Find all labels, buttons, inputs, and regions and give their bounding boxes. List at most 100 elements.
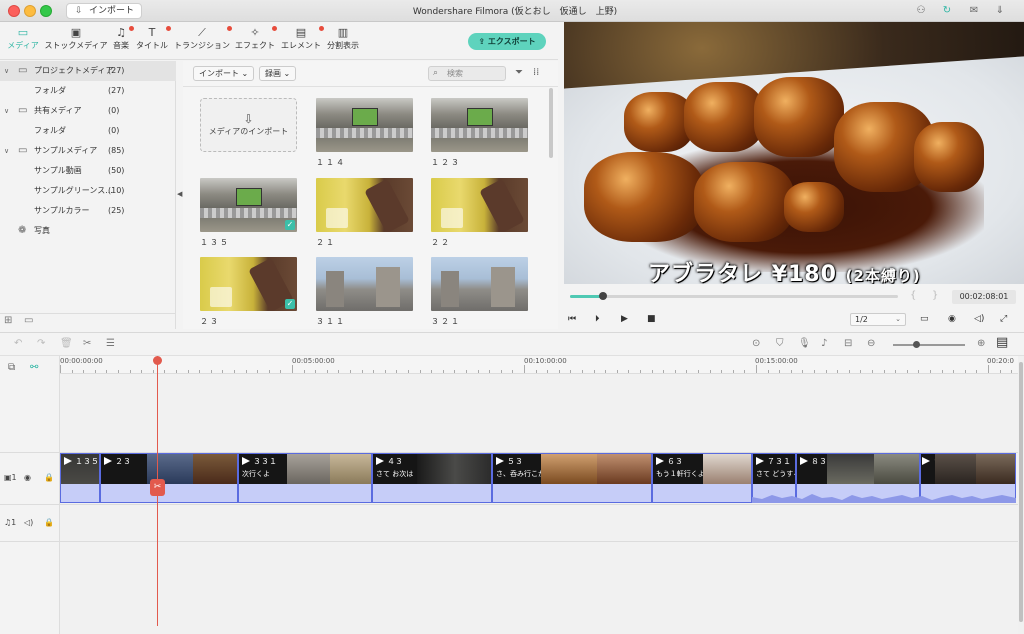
media-thumbnail[interactable] (316, 257, 413, 311)
chevron-down-icon[interactable]: ∨ (4, 141, 9, 161)
sync-icon[interactable]: ↻ (940, 4, 954, 18)
zoom-in-icon[interactable]: ⊕ (977, 338, 985, 349)
search-input[interactable]: ⌕ 検索 (428, 66, 506, 81)
timeline-clip[interactable]: ５３ さ、呑み行こか～ (492, 453, 652, 503)
media-thumbnail[interactable]: ✓ (200, 257, 297, 311)
add-track-icon[interactable]: ⧉ (8, 362, 15, 373)
fullscreen-window-button[interactable] (40, 5, 52, 17)
stop-icon[interactable]: ■ (647, 314, 656, 324)
filter-icon[interactable]: ⏷ (515, 67, 523, 78)
download-icon[interactable]: ⇓ (993, 4, 1007, 18)
timeline-clip[interactable]: ４３ さて お次は (372, 453, 492, 503)
import-media-box[interactable]: ⇩ メディアのインポート (200, 98, 297, 152)
media-panel: インポート ⌄ 録画 ⌄ ⌕ 検索 ⏷ ⁞⁞ ⇩ メディアのインポート １１４ １… (183, 61, 558, 329)
timeline-clip[interactable]: １３５ (60, 453, 100, 503)
media-thumbnail[interactable] (431, 178, 528, 232)
media-scrollbar[interactable] (549, 88, 553, 158)
cut-icon[interactable]: ✂ (83, 338, 91, 349)
scissors-icon[interactable]: ✂ (150, 479, 165, 496)
sidebar-item-sample-video[interactable]: サンプル動画 (50) (0, 161, 176, 181)
undo-icon[interactable]: ↶ (14, 338, 22, 349)
tab-split-screen[interactable]: ▥ 分割表示 (326, 26, 360, 56)
sidebar-item-sample-color[interactable]: サンプルカラー (25) (0, 201, 176, 221)
tab-media[interactable]: ▭ メディア (6, 26, 40, 56)
tab-stock-media[interactable]: ▣ ストックメディア (44, 26, 108, 56)
lock-icon[interactable]: 🔒 (44, 518, 54, 527)
previous-frame-icon[interactable]: ⏮ (568, 314, 576, 324)
import-dropdown[interactable]: インポート ⌄ (193, 66, 255, 81)
sidebar-item-photos[interactable]: ❁ 写真 (0, 221, 176, 241)
tab-music[interactable]: ♫ 音楽 (110, 26, 134, 56)
sidebar-item-label: サンプルメディア (34, 146, 98, 155)
ruler-tick (338, 370, 340, 373)
display-icon[interactable]: ▭ (920, 314, 929, 324)
import-tab[interactable]: ⇩ インポート (66, 3, 142, 19)
volume-icon[interactable]: ◁) (24, 518, 33, 527)
fullscreen-icon[interactable]: ⤢ (1000, 314, 1007, 324)
chevron-down-icon[interactable]: ∨ (4, 101, 9, 121)
marker-icon[interactable]: ⛉ (776, 338, 784, 349)
media-thumbnail[interactable] (316, 98, 413, 152)
render-icon[interactable]: ⊙ (752, 338, 760, 349)
media-thumbnail[interactable] (316, 178, 413, 232)
sidebar-item-shared-folder[interactable]: フォルダ (0) (0, 121, 176, 141)
ruler-label: 00:15:00:00 (755, 357, 798, 365)
timeline-ruler[interactable]: 00:00:00:00 00:05:00:00 00:10:00:00 00:1… (60, 356, 1018, 374)
account-icon[interactable]: ⚇ (914, 4, 928, 18)
close-window-button[interactable] (8, 5, 20, 17)
mark-out-icon[interactable]: } (932, 290, 938, 301)
timeline-clip[interactable]: ３３１ 次行くよ (238, 453, 372, 503)
media-thumbnail[interactable] (431, 257, 528, 311)
new-folder-icon[interactable]: ⊞ (4, 315, 12, 326)
sidebar-item-sample-greenscreen[interactable]: サンプルグリーンス... (10) (0, 181, 176, 201)
zoom-slider-handle[interactable] (913, 341, 920, 348)
split-icon[interactable]: ⊟ (844, 338, 852, 349)
adjust-icon[interactable]: ☰ (106, 338, 115, 349)
media-thumbnail[interactable]: ✓ (200, 178, 297, 232)
ruler-tick (593, 370, 595, 373)
tab-title[interactable]: T タイトル (135, 26, 171, 56)
timeline-clip[interactable]: ２３ (100, 453, 238, 503)
link-icon[interactable]: ⚯ (30, 362, 38, 373)
sidebar-item-project-media[interactable]: ∨ ▭ プロジェクトメディア (27) (0, 61, 176, 81)
tab-transition[interactable]: ⟋ トランジション (174, 26, 232, 56)
clip-title: ３３１ (253, 457, 277, 466)
snapshot-icon[interactable]: ◉ (948, 314, 956, 324)
tab-element-label: エレメント (281, 41, 321, 50)
seek-bar[interactable] (570, 292, 898, 300)
tab-effect[interactable]: ✧ エフェクト (235, 26, 277, 56)
folder-icon[interactable]: ▭ (24, 315, 33, 326)
redo-icon[interactable]: ↷ (37, 338, 45, 349)
eye-icon[interactable]: ◉ (24, 473, 31, 482)
collapse-sidebar-icon[interactable]: ◀ (177, 190, 182, 198)
timeline-scrollbar[interactable] (1018, 356, 1024, 634)
sidebar-item-project-folder[interactable]: フォルダ (27) (0, 81, 176, 101)
record-dropdown[interactable]: 録画 ⌄ (259, 66, 297, 81)
step-icon[interactable]: ⏵ (595, 314, 600, 324)
zoom-slider[interactable] (893, 341, 965, 348)
microphone-icon[interactable]: 🎙 (798, 338, 811, 349)
seek-handle[interactable] (598, 292, 607, 300)
chevron-down-icon[interactable]: ∨ (4, 61, 9, 81)
sidebar-item-sample-media[interactable]: ∨ ▭ サンプルメディア (85) (0, 141, 176, 161)
mail-icon[interactable]: ✉ (967, 4, 981, 18)
playback-quality-dropdown[interactable]: 1/2 ⌄ (850, 313, 906, 326)
media-thumbnail[interactable] (431, 98, 528, 152)
volume-icon[interactable]: ◁) (974, 314, 984, 324)
delete-icon[interactable]: 🗑 (60, 338, 73, 349)
timeline-view-icon[interactable]: ▤ (996, 335, 1008, 350)
export-button[interactable]: ⇪ エクスポート (468, 33, 546, 50)
sidebar-item-shared-media[interactable]: ∨ ▭ 共有メディア (0) (0, 101, 176, 121)
ruler-tick (953, 370, 955, 373)
timeline-clip[interactable]: ６３ もう１軒行くよ (652, 453, 752, 503)
lock-icon[interactable]: 🔒 (44, 473, 54, 482)
minimize-window-button[interactable] (24, 5, 36, 17)
grid-view-icon[interactable]: ⁞⁞ (533, 67, 539, 78)
mark-in-icon[interactable]: { (910, 290, 916, 301)
playhead-handle[interactable] (153, 356, 162, 365)
ruler-tick (361, 370, 363, 373)
tab-element[interactable]: ▤ エレメント (280, 26, 324, 56)
play-icon[interactable]: ▶ (621, 314, 628, 324)
zoom-out-icon[interactable]: ⊖ (867, 338, 875, 349)
audio-mixer-icon[interactable]: ♪ (821, 338, 827, 349)
